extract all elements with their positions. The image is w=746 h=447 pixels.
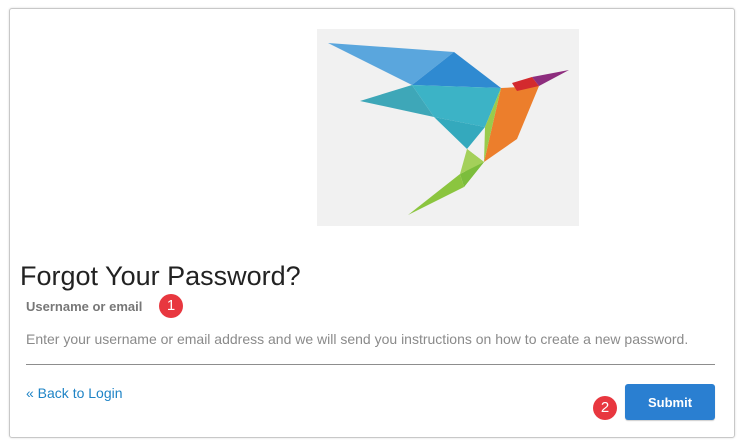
username-email-input-underline[interactable] <box>26 364 715 365</box>
logo-container <box>317 29 579 226</box>
back-to-login-link[interactable]: « Back to Login <box>26 385 123 401</box>
step-marker-2: 2 <box>593 396 617 420</box>
step-marker-1: 1 <box>159 294 183 318</box>
submit-button[interactable]: Submit <box>625 384 715 420</box>
username-email-label: Username or email <box>26 299 143 314</box>
help-text[interactable]: Enter your username or email address and… <box>26 331 688 347</box>
hummingbird-logo-icon <box>328 43 569 215</box>
page-title: Forgot Your Password? <box>20 261 301 292</box>
